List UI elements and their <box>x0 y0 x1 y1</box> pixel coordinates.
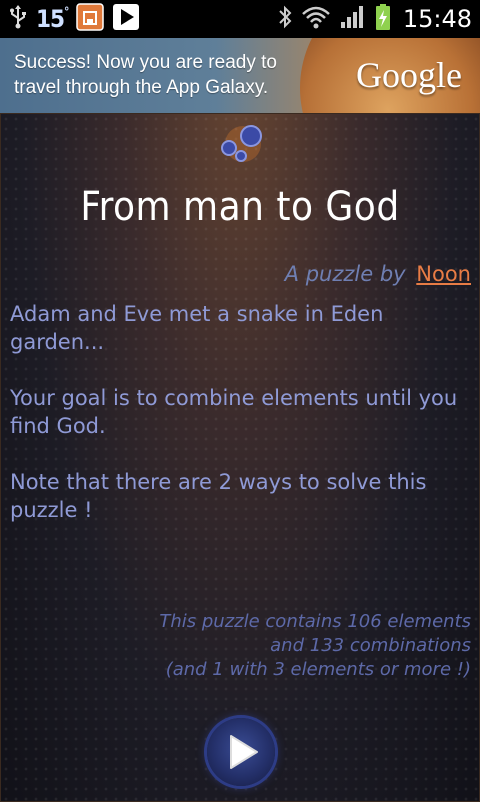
clock: 15:48 <box>402 5 472 33</box>
ad-text: Success! Now you are ready to travel thr… <box>14 52 277 98</box>
byline-prefix: A puzzle by <box>284 262 406 286</box>
puzzle-stats: This puzzle contains 106 elements and 13… <box>159 610 471 682</box>
puzzle-panel: From man to God A puzzle by Noon Adam an… <box>0 113 480 802</box>
ad-brand-logo: Google <box>356 55 462 95</box>
play-icon <box>230 735 258 769</box>
description-paragraph: Your goal is to combine elements until y… <box>10 386 458 438</box>
storage-icon <box>76 3 105 35</box>
status-bar-right: 15:48 <box>277 4 472 34</box>
stats-line: (and 1 with 3 elements or more !) <box>165 659 471 680</box>
app-logo-icon <box>213 120 269 166</box>
battery-charging-icon <box>375 3 391 35</box>
wifi-icon <box>301 4 331 34</box>
usb-icon <box>8 4 28 34</box>
temperature-widget: 15° <box>36 5 70 33</box>
status-bar-left: 15° <box>8 3 140 35</box>
play-button[interactable] <box>207 718 275 786</box>
play-store-icon <box>112 3 140 35</box>
puzzle-byline: A puzzle by Noon <box>285 262 471 286</box>
description-paragraph: Note that there are 2 ways to solve this… <box>10 470 427 522</box>
stats-line: and 133 combinations <box>270 635 471 656</box>
status-bar: 15° 15:48 <box>0 0 480 38</box>
author-link[interactable]: Noon <box>416 262 471 286</box>
signal-icon <box>339 4 367 34</box>
puzzle-title: From man to God <box>80 184 400 230</box>
ad-banner[interactable]: Success! Now you are ready to travel thr… <box>0 38 480 113</box>
stats-line: This puzzle contains 106 elements <box>159 611 471 632</box>
bluetooth-icon <box>277 4 293 34</box>
description-paragraph: Adam and Eve met a snake in Eden garden.… <box>10 302 384 354</box>
